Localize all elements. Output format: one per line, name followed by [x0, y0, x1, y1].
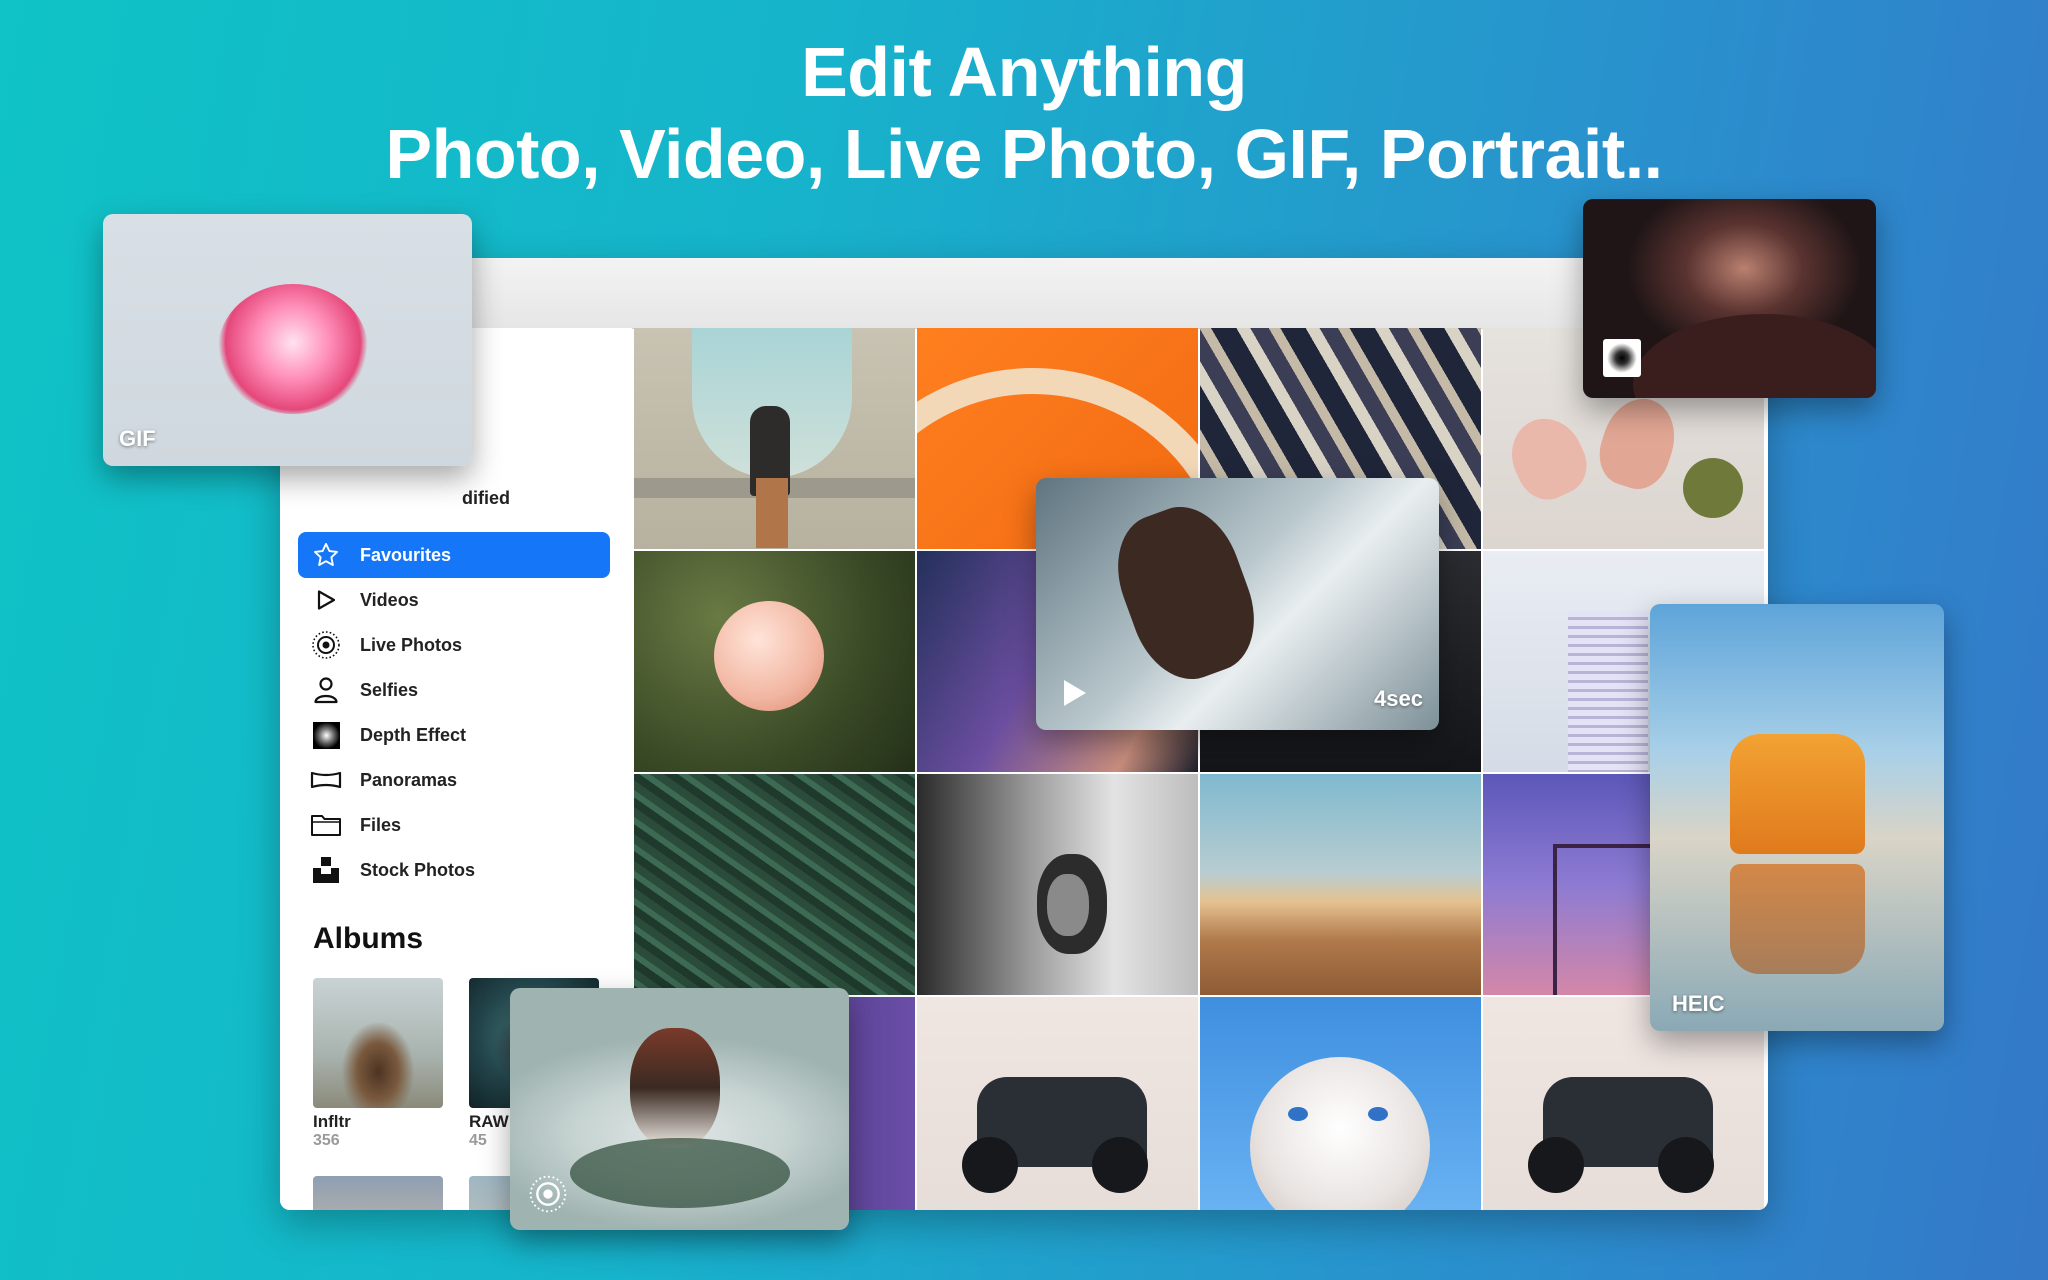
photo-thumbnail[interactable] — [634, 774, 915, 995]
photo-thumbnail[interactable] — [634, 328, 915, 549]
sidebar-item-videos[interactable]: Videos — [298, 577, 610, 623]
photo-thumbnail[interactable] — [1200, 997, 1481, 1210]
title-bar — [280, 258, 1768, 329]
live-photo-icon — [308, 627, 344, 663]
live-photo-preview-card[interactable] — [510, 988, 849, 1230]
sidebar-item-favourites[interactable]: Favourites — [298, 532, 610, 578]
panorama-icon — [308, 762, 344, 798]
water-splash — [570, 1138, 790, 1208]
van-image — [1730, 734, 1865, 854]
photo-thumbnail[interactable] — [634, 551, 915, 772]
sidebar-item-label: Stock Photos — [360, 859, 476, 880]
stock-photos-icon — [308, 852, 344, 888]
photo-thumbnail[interactable] — [1200, 774, 1481, 995]
flower-image — [218, 284, 368, 414]
sidebar-item-panoramas[interactable]: Panoramas — [298, 757, 610, 803]
album-name: Infltr — [313, 1112, 351, 1131]
live-photo-icon[interactable] — [528, 1174, 568, 1214]
sidebar-item-label: Files — [360, 814, 402, 835]
sidebar-item-depth-effect[interactable]: Depth Effect — [298, 712, 610, 758]
van-reflection — [1730, 864, 1865, 974]
sidebar-item-label: Videos — [360, 589, 419, 610]
album-count: 356 — [313, 1132, 340, 1149]
duck-image — [630, 1028, 720, 1148]
sidebar-item-label: Depth Effect — [360, 724, 467, 745]
sidebar-item-label: Panoramas — [360, 769, 458, 790]
gif-label: GIF — [119, 426, 156, 451]
sidebar-item-label: Favourites — [360, 544, 452, 565]
person-icon — [308, 672, 344, 708]
sidebar-item-recently-modified[interactable]: dified — [462, 488, 510, 509]
photo-thumbnail[interactable] — [917, 997, 1198, 1210]
star-icon — [308, 537, 344, 573]
gif-preview-card[interactable]: GIF — [103, 214, 472, 466]
play-icon[interactable] — [1056, 676, 1090, 710]
headline-line-1: Edit Anything — [801, 33, 1247, 111]
face-cover — [1633, 314, 1876, 398]
album-item[interactable] — [313, 1176, 443, 1210]
album-thumbnail[interactable] — [313, 1176, 443, 1210]
headline-line-2: Photo, Video, Live Photo, GIF, Portrait.… — [385, 115, 1663, 193]
video-duration: 4sec — [1374, 686, 1423, 711]
albums-title: Albums — [313, 922, 424, 955]
depth-effect-icon — [1603, 339, 1641, 377]
surfer-image — [1100, 492, 1272, 694]
sidebar-item-label: Live Photos — [360, 634, 463, 655]
heic-preview-card[interactable]: HEIC — [1650, 604, 1944, 1031]
sidebar-item-files[interactable]: Files — [298, 802, 610, 848]
heic-label: HEIC — [1672, 991, 1725, 1016]
sidebar-item-stock-photos[interactable]: Stock Photos — [298, 847, 610, 893]
sidebar-item-live-photos[interactable]: Live Photos — [298, 622, 610, 668]
album-thumbnail[interactable] — [313, 978, 443, 1108]
album-item[interactable]: Infltr 356 — [313, 978, 443, 1150]
folder-icon — [308, 807, 344, 843]
sidebar-item-label: Selfies — [360, 679, 419, 700]
portrait-preview-card[interactable] — [1583, 199, 1876, 398]
sidebar-item-selfies[interactable]: Selfies — [298, 667, 610, 713]
video-preview-card[interactable]: 4sec — [1036, 478, 1439, 730]
depth-effect-icon — [308, 717, 344, 753]
app-window: dified Favourites Videos Live Photos Sel… — [280, 258, 1768, 1210]
play-icon — [308, 582, 344, 618]
photo-thumbnail[interactable] — [917, 774, 1198, 995]
